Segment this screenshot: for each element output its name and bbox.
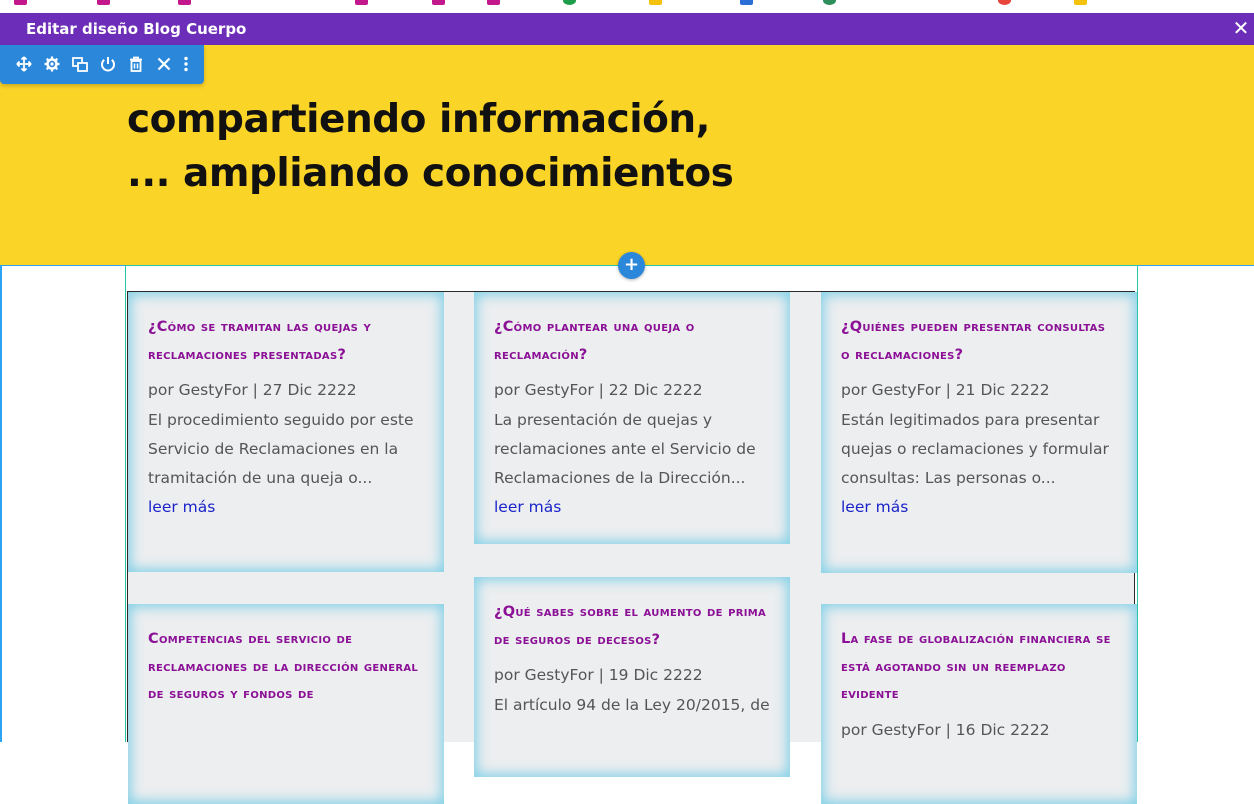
post-card[interactable]: ¿Cómo plantear una queja o reclamación? … — [474, 292, 790, 544]
power-icon[interactable] — [99, 55, 117, 73]
bookmark-icon[interactable] — [563, 0, 576, 5]
bookmark-icon[interactable] — [432, 0, 445, 5]
bookmark-icon[interactable] — [97, 0, 110, 5]
add-section-button[interactable]: + — [618, 252, 645, 279]
post-meta: por GestyFor | 27 Dic 2222 — [148, 381, 357, 399]
close-editor-button[interactable]: ✕ — [1230, 16, 1252, 40]
editor-title: Editar diseño Blog Cuerpo — [26, 20, 247, 38]
post-card[interactable]: ¿Qué sabes sobre el aumento de prima de … — [474, 577, 790, 777]
post-title[interactable]: ¿Cómo plantear una queja o reclamación? — [494, 314, 770, 369]
post-card[interactable]: Competencias del servicio de reclamacion… — [128, 604, 444, 804]
post-meta: por GestyFor | 22 Dic 2222 — [494, 381, 703, 399]
bookmark-icon[interactable] — [178, 0, 191, 5]
duplicate-icon[interactable] — [71, 55, 89, 73]
post-excerpt: El artículo 94 de la Ley 20/2015, de — [494, 696, 770, 714]
post-card[interactable]: La fase de globalización financiera se e… — [821, 604, 1137, 804]
bookmark-icon[interactable] — [998, 0, 1011, 5]
hero-heading-line-1: compartiendo información, — [127, 97, 710, 142]
post-meta: por GestyFor | 16 Dic 2222 — [841, 720, 1050, 739]
gear-icon[interactable] — [43, 55, 61, 73]
post-title[interactable]: Competencias del servicio de reclamacion… — [148, 626, 424, 709]
read-more-link[interactable]: leer más — [494, 493, 770, 521]
bookmark-icon[interactable] — [355, 0, 368, 5]
hero-heading-line-2: ... ampliando conocimientos — [127, 151, 734, 196]
module-toolbar — [0, 45, 204, 84]
post-meta: por GestyFor | 21 Dic 2222 — [841, 381, 1050, 399]
post-title[interactable]: ¿Cómo se tramitan las quejas y reclamaci… — [148, 314, 424, 369]
close-icon[interactable] — [155, 55, 173, 73]
bookmarks-bar — [0, 0, 1254, 13]
bookmark-icon[interactable] — [740, 0, 753, 5]
move-icon[interactable] — [15, 55, 33, 73]
post-card[interactable]: ¿Quiénes pueden presentar consultas o re… — [821, 292, 1137, 573]
post-excerpt: El procedimiento seguido por este Servic… — [148, 411, 414, 487]
read-more-link[interactable]: leer más — [841, 493, 1117, 521]
post-meta: por GestyFor | 19 Dic 2222 — [494, 666, 703, 684]
post-title[interactable]: ¿Qué sabes sobre el aumento de prima de … — [494, 599, 770, 654]
post-excerpt: Están legitimados para presentar quejas … — [841, 411, 1109, 487]
post-excerpt: La presentación de quejas y reclamacione… — [494, 411, 756, 487]
blog-grid: ¿Cómo se tramitan las quejas y reclamaci… — [127, 291, 1137, 804]
more-icon[interactable] — [177, 55, 195, 73]
post-title[interactable]: La fase de globalización financiera se e… — [841, 626, 1117, 709]
editor-header-bar: Editar diseño Blog Cuerpo ✕ — [0, 13, 1254, 45]
bookmark-icon[interactable] — [487, 0, 500, 5]
bookmark-icon[interactable] — [14, 0, 27, 5]
bookmark-icon[interactable] — [823, 0, 836, 5]
read-more-link[interactable]: leer más — [148, 493, 424, 521]
post-title[interactable]: ¿Quiénes pueden presentar consultas o re… — [841, 314, 1117, 369]
post-card[interactable]: ¿Cómo se tramitan las quejas y reclamaci… — [128, 292, 444, 572]
trash-icon[interactable] — [127, 55, 145, 73]
bookmark-icon[interactable] — [1074, 0, 1087, 5]
bookmark-icon[interactable] — [649, 0, 662, 5]
